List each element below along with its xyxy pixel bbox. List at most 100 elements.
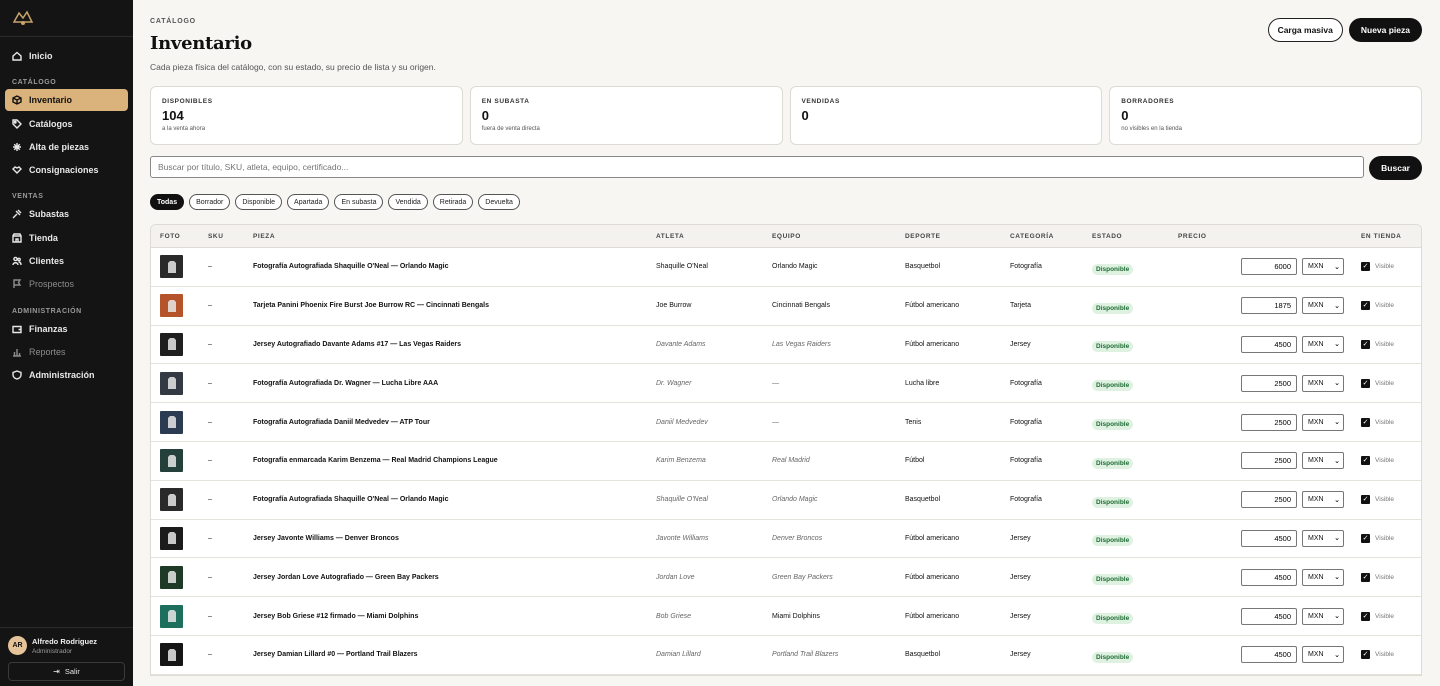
cell-pieza[interactable]: Fotografía Autografiada Dr. Wagner — Luc… bbox=[253, 380, 656, 387]
currency-select[interactable]: MXN ⌄ bbox=[1302, 491, 1344, 509]
cell-pieza[interactable]: Tarjeta Panini Phoenix Fire Burst Joe Bu… bbox=[253, 302, 656, 309]
cell-pieza[interactable]: Jersey Bob Griese #12 firmado — Miami Do… bbox=[253, 613, 656, 620]
visible-checkbox[interactable]: ✓ bbox=[1361, 456, 1370, 466]
sidebar-item-tienda[interactable]: Tienda bbox=[5, 227, 128, 249]
price-input[interactable] bbox=[1241, 646, 1297, 664]
col-precio[interactable]: PRECIO bbox=[1178, 233, 1344, 240]
filter-chip[interactable]: Retirada bbox=[432, 194, 474, 210]
currency-select[interactable]: MXN ⌄ bbox=[1302, 646, 1344, 664]
price-input[interactable] bbox=[1241, 529, 1297, 547]
table-row[interactable]: – Jersey Damian Lillard #0 — Portland Tra… bbox=[151, 636, 1421, 675]
piece-thumbnail[interactable] bbox=[160, 294, 183, 318]
sidebar-item-prospectos[interactable]: Prospectos bbox=[5, 273, 128, 295]
col-estado[interactable]: ESTADO bbox=[1092, 233, 1178, 240]
table-row[interactable]: – Jersey Bob Griese #12 firmado — Miami D… bbox=[151, 597, 1421, 636]
cell-pieza[interactable]: Jersey Jordan Love Autografiado — Green … bbox=[253, 574, 656, 581]
col-deporte[interactable]: DEPORTE bbox=[905, 233, 1010, 240]
visible-checkbox[interactable]: ✓ bbox=[1361, 301, 1370, 311]
col-equipo[interactable]: EQUIPO bbox=[772, 233, 905, 240]
piece-thumbnail[interactable] bbox=[160, 255, 183, 279]
table-row[interactable]: – Fotografía Autografiada Dr. Wagner — Lu… bbox=[151, 364, 1421, 404]
sidebar-item-administración[interactable]: Administración bbox=[5, 364, 128, 386]
table-row[interactable]: – Jersey Jordan Love Autografiado — Green… bbox=[151, 558, 1421, 598]
piece-thumbnail[interactable] bbox=[160, 643, 183, 667]
new-piece-button[interactable]: Nueva pieza bbox=[1348, 18, 1422, 42]
visible-checkbox[interactable]: ✓ bbox=[1361, 339, 1370, 349]
col-sku[interactable]: SKU bbox=[208, 233, 253, 240]
cell-pieza[interactable]: Fotografía Autografiada Shaquille O'Neal… bbox=[253, 263, 656, 270]
cell-pieza[interactable]: Fotografía Autografiada Shaquille O'Neal… bbox=[253, 496, 656, 503]
cell-pieza[interactable]: Jersey Javonte Williams — Denver Broncos bbox=[253, 535, 656, 542]
filter-chip[interactable]: Todas bbox=[150, 194, 185, 210]
table-row[interactable]: – Fotografía Autografiada Shaquille O'Nea… bbox=[151, 248, 1421, 287]
sidebar-item-finanzas[interactable]: Finanzas bbox=[5, 318, 128, 340]
col-tienda[interactable]: EN TIENDA bbox=[1344, 233, 1421, 240]
cell-pieza[interactable]: Fotografía enmarcada Karim Benzema — Rea… bbox=[253, 457, 656, 464]
price-input[interactable] bbox=[1241, 607, 1297, 625]
piece-thumbnail[interactable] bbox=[160, 410, 183, 434]
bulk-upload-button[interactable]: Carga masiva bbox=[1267, 18, 1343, 42]
table-row[interactable]: – Tarjeta Panini Phoenix Fire Burst Joe B… bbox=[151, 287, 1421, 326]
col-atleta[interactable]: ATLETA bbox=[656, 233, 772, 240]
visible-checkbox[interactable]: ✓ bbox=[1361, 495, 1370, 505]
table-row[interactable]: – Jersey Autografiado Davante Adams #17 —… bbox=[151, 326, 1421, 365]
search-button[interactable]: Buscar bbox=[1369, 156, 1422, 180]
visible-checkbox[interactable]: ✓ bbox=[1361, 417, 1370, 427]
sidebar-item-inventario[interactable]: Inventario bbox=[5, 89, 128, 112]
piece-thumbnail[interactable] bbox=[160, 488, 183, 512]
filter-chip[interactable]: En subasta bbox=[334, 194, 384, 210]
price-input[interactable] bbox=[1241, 374, 1297, 392]
table-row[interactable]: – Fotografía enmarcada Karim Benzema — Re… bbox=[151, 442, 1421, 481]
price-input[interactable] bbox=[1241, 297, 1297, 315]
col-pieza[interactable]: PIEZA bbox=[253, 233, 656, 240]
piece-thumbnail[interactable] bbox=[160, 565, 183, 589]
filter-chip[interactable]: Vendida bbox=[388, 194, 428, 210]
visible-checkbox[interactable]: ✓ bbox=[1361, 378, 1370, 388]
sidebar-item-consignaciones[interactable]: Consignaciones bbox=[5, 159, 128, 181]
sidebar-item-subastas[interactable]: Subastas bbox=[5, 203, 128, 225]
piece-thumbnail[interactable] bbox=[160, 526, 183, 550]
table-row[interactable]: – Fotografía Autografiada Daniil Medvedev… bbox=[151, 403, 1421, 442]
col-categoria[interactable]: CATEGORÍA bbox=[1010, 233, 1092, 240]
cell-pieza[interactable]: Jersey Autografiado Davante Adams #17 — … bbox=[253, 341, 656, 348]
currency-select[interactable]: MXN ⌄ bbox=[1302, 297, 1344, 315]
col-foto[interactable]: FOTO bbox=[151, 233, 208, 240]
currency-select[interactable]: MXN ⌄ bbox=[1302, 258, 1344, 276]
sidebar-item-inicio[interactable]: Inicio bbox=[5, 45, 128, 67]
cell-pieza[interactable]: Jersey Damian Lillard #0 — Portland Trai… bbox=[253, 651, 656, 658]
table-row[interactable]: – Jersey Javonte Williams — Denver Bronco… bbox=[151, 520, 1421, 559]
currency-select[interactable]: MXN ⌄ bbox=[1302, 335, 1344, 353]
price-input[interactable] bbox=[1241, 413, 1297, 431]
visible-checkbox[interactable]: ✓ bbox=[1361, 533, 1370, 543]
visible-checkbox[interactable]: ✓ bbox=[1361, 572, 1370, 582]
sidebar-item-alta-de-piezas[interactable]: Alta de piezas bbox=[5, 136, 128, 158]
price-input[interactable] bbox=[1241, 452, 1297, 470]
piece-thumbnail[interactable] bbox=[160, 371, 183, 395]
price-input[interactable] bbox=[1241, 491, 1297, 509]
filter-chip[interactable]: Devuelta bbox=[478, 194, 520, 210]
currency-select[interactable]: MXN ⌄ bbox=[1302, 374, 1344, 392]
piece-thumbnail[interactable] bbox=[160, 449, 183, 473]
price-input[interactable] bbox=[1241, 335, 1297, 353]
table-row[interactable]: – Fotografía Autografiada Shaquille O'Nea… bbox=[151, 481, 1421, 520]
price-input[interactable] bbox=[1241, 568, 1297, 586]
brand-logo[interactable] bbox=[0, 0, 133, 37]
currency-select[interactable]: MXN ⌄ bbox=[1302, 607, 1344, 625]
currency-select[interactable]: MXN ⌄ bbox=[1302, 529, 1344, 547]
visible-checkbox[interactable]: ✓ bbox=[1361, 611, 1370, 621]
sidebar-item-catálogos[interactable]: Catálogos bbox=[5, 113, 128, 135]
visible-checkbox[interactable]: ✓ bbox=[1361, 650, 1370, 660]
currency-select[interactable]: MXN ⌄ bbox=[1302, 568, 1344, 586]
filter-chip[interactable]: Apartada bbox=[287, 194, 330, 210]
logout-button[interactable]: ⇥ Salir bbox=[8, 662, 125, 681]
piece-thumbnail[interactable] bbox=[160, 332, 183, 356]
sidebar-item-reportes[interactable]: Reportes bbox=[5, 341, 128, 363]
cell-pieza[interactable]: Fotografía Autografiada Daniil Medvedev … bbox=[253, 419, 656, 426]
price-input[interactable] bbox=[1241, 258, 1297, 276]
currency-select[interactable]: MXN ⌄ bbox=[1302, 413, 1344, 431]
currency-select[interactable]: MXN ⌄ bbox=[1302, 452, 1344, 470]
visible-checkbox[interactable]: ✓ bbox=[1361, 262, 1370, 272]
sidebar-item-clientes[interactable]: Clientes bbox=[5, 250, 128, 272]
filter-chip[interactable]: Disponible bbox=[235, 194, 283, 210]
search-input[interactable] bbox=[150, 156, 1365, 178]
